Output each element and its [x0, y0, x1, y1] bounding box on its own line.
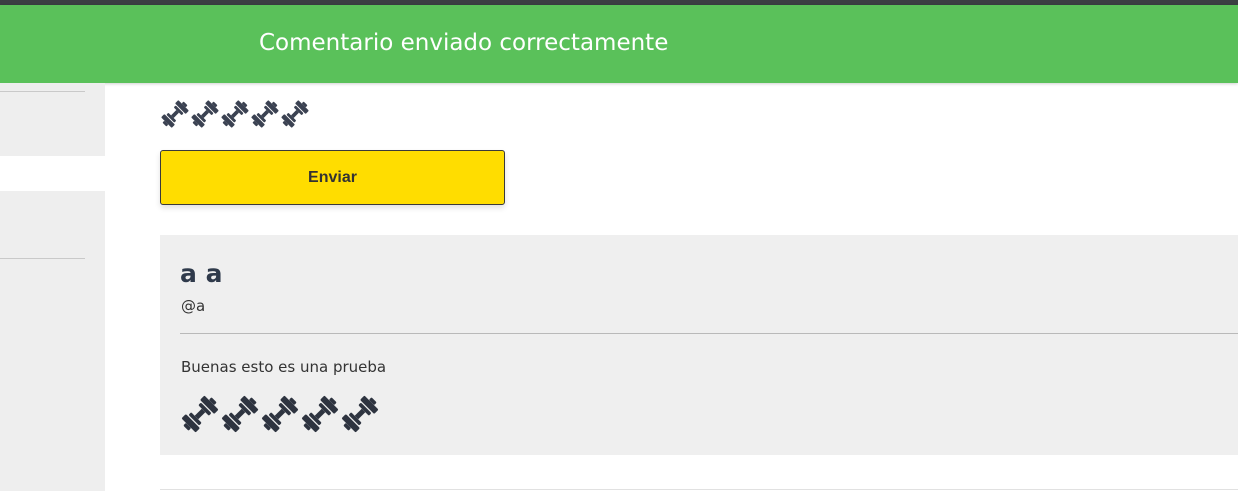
dumbbell-icon — [180, 394, 220, 434]
dumbbell-icon[interactable] — [160, 99, 190, 129]
comment-text: Buenas esto es una prueba — [181, 358, 387, 376]
dumbbell-icon — [260, 394, 300, 434]
dumbbell-icon[interactable] — [220, 99, 250, 129]
success-toast: Comentario enviado correctamente — [0, 5, 1238, 83]
sidebar-panel-bottom — [0, 191, 105, 491]
send-button[interactable]: Enviar — [160, 150, 505, 205]
comment-divider — [180, 333, 1238, 334]
sidebar-panel-top — [0, 83, 105, 156]
dumbbell-icon[interactable] — [250, 99, 280, 129]
sidebar-divider — [0, 258, 85, 259]
comment-author-name: a a — [180, 259, 223, 288]
dumbbell-icon — [220, 394, 260, 434]
comment-author-handle: @a — [181, 297, 206, 315]
dumbbell-icon — [340, 394, 380, 434]
toast-message: Comentario enviado correctamente — [259, 30, 669, 56]
dumbbell-icon[interactable] — [280, 99, 310, 129]
comment-rating — [180, 394, 380, 434]
sidebar-divider — [0, 91, 85, 92]
dumbbell-icon[interactable] — [190, 99, 220, 129]
rating-input[interactable] — [160, 99, 310, 129]
bottom-divider — [160, 489, 1238, 490]
dumbbell-icon — [300, 394, 340, 434]
